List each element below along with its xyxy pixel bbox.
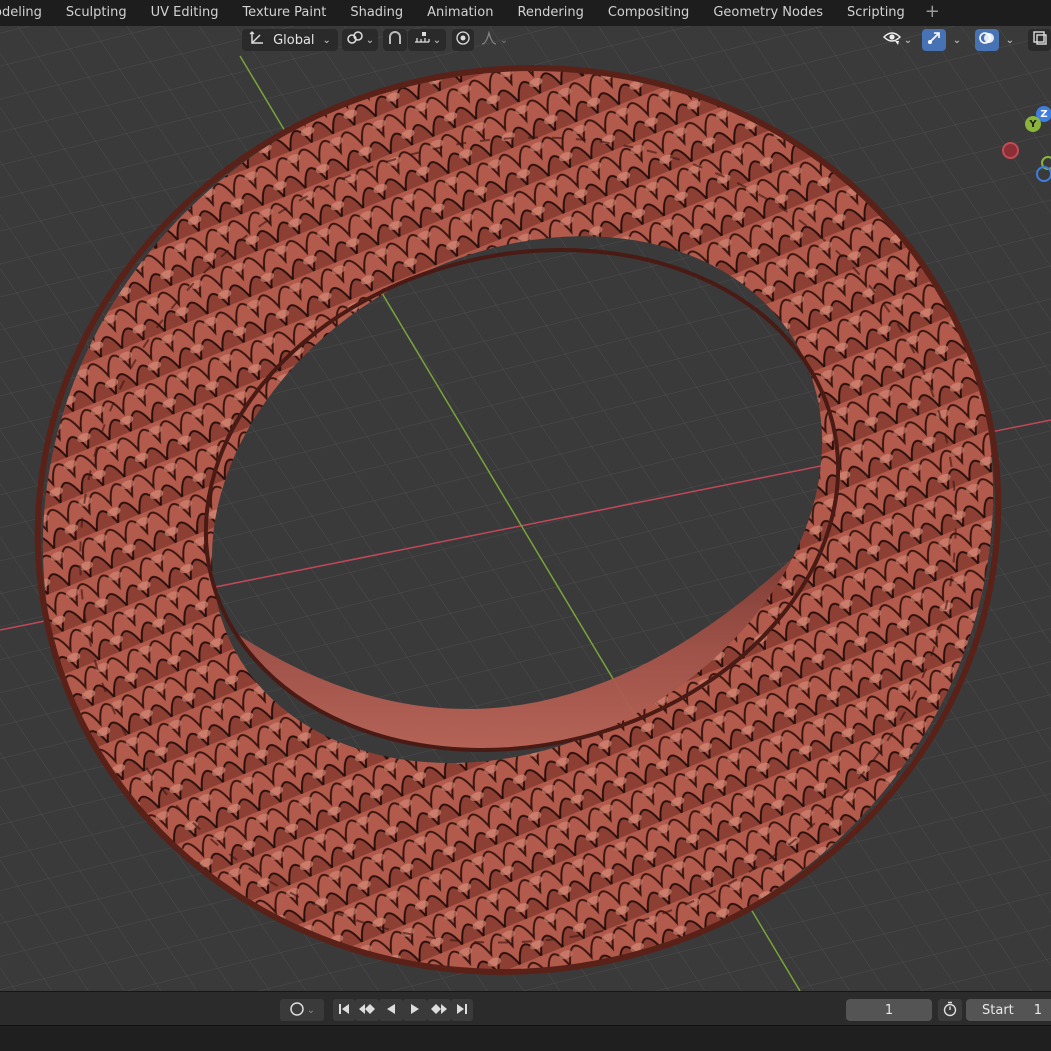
magnet-icon <box>387 30 403 50</box>
tab-sculpting[interactable]: Sculpting <box>54 0 139 26</box>
gizmo-z-negative[interactable] <box>1036 166 1051 182</box>
chevron-down-icon: ⌄ <box>365 34 375 46</box>
chevron-down-icon: ⌄ <box>306 1004 316 1016</box>
timeline-bar: ⌄ 1 Start 1 <box>0 991 1051 1025</box>
tab-shading[interactable]: Shading <box>338 0 415 26</box>
chevron-down-icon: ⌄ <box>903 34 913 46</box>
add-workspace-button[interactable]: + <box>917 0 948 26</box>
overlays-options-dropdown[interactable]: ⌄ <box>999 29 1019 51</box>
gizmo-arrows-icon <box>926 30 942 50</box>
transform-orientation-dropdown[interactable]: Global ⌄ <box>242 29 338 51</box>
snap-increment-icon <box>413 30 431 50</box>
viewport-scene <box>0 26 1051 991</box>
3d-viewport[interactable]: Z Y <box>0 26 1051 991</box>
play-button[interactable] <box>403 999 427 1021</box>
jump-end-icon <box>455 1002 469 1019</box>
status-bar <box>0 1025 1051 1051</box>
jump-to-start-button[interactable] <box>333 999 355 1021</box>
pivot-icon <box>346 30 364 50</box>
chevron-down-icon: ⌄ <box>499 34 509 46</box>
play-reverse-button[interactable] <box>379 999 403 1021</box>
tab-rendering[interactable]: Rendering <box>505 0 595 26</box>
jump-start-icon <box>337 1002 351 1019</box>
snap-target-dropdown[interactable]: ⌄ <box>408 29 446 51</box>
pivot-point-dropdown[interactable]: ⌄ <box>342 29 378 51</box>
eye-icon <box>882 30 902 50</box>
proportional-editing-toggle[interactable] <box>452 29 474 51</box>
xray-toggle[interactable] <box>1028 29 1051 51</box>
gizmo-x-negative[interactable] <box>1002 142 1019 159</box>
current-frame-field[interactable]: 1 <box>846 999 932 1021</box>
jump-to-end-button[interactable] <box>451 999 473 1021</box>
show-overlays-toggle[interactable] <box>975 29 999 51</box>
start-frame-field[interactable]: Start 1 <box>966 999 1051 1021</box>
tab-scripting[interactable]: Scripting <box>835 0 917 26</box>
proportional-icon <box>455 30 471 50</box>
chevron-down-icon: ⌄ <box>322 34 331 46</box>
gizmo-options-dropdown[interactable]: ⌄ <box>946 29 966 51</box>
xray-icon <box>1032 30 1048 50</box>
selectability-visibility-dropdown[interactable]: ⌄ <box>878 29 916 51</box>
chevron-down-icon: ⌄ <box>1005 34 1015 46</box>
gizmo-y-axis[interactable]: Y <box>1025 116 1041 132</box>
record-circle-icon <box>289 1001 305 1020</box>
chevron-down-icon: ⌄ <box>432 34 442 46</box>
orientation-icon <box>249 30 265 50</box>
chevron-down-icon: ⌄ <box>952 34 962 46</box>
tab-uv-editing[interactable]: UV Editing <box>139 0 231 26</box>
use-preview-range-toggle[interactable] <box>938 999 962 1021</box>
viewport-header: Global ⌄ ⌄ ⌄ ⌄ ⌄ ⌄ ⌄ <box>0 29 1051 53</box>
show-gizmo-toggle[interactable] <box>922 29 946 51</box>
next-keyframe-icon <box>430 1002 448 1019</box>
keying-dropdown[interactable]: ⌄ <box>280 999 324 1021</box>
prev-keyframe-icon <box>358 1002 376 1019</box>
play-icon <box>408 1002 422 1019</box>
workspace-tabs: odeling Sculpting UV Editing Texture Pai… <box>0 0 1051 26</box>
play-reverse-icon <box>384 1002 398 1019</box>
tab-texture-paint[interactable]: Texture Paint <box>230 0 338 26</box>
tab-modeling[interactable]: odeling <box>0 0 54 26</box>
start-frame-value: 1 <box>1033 1002 1043 1018</box>
proportional-falloff-dropdown[interactable]: ⌄ <box>476 29 512 51</box>
start-frame-label: Start <box>982 1002 1014 1018</box>
stopwatch-icon <box>942 1001 958 1020</box>
tab-geometry-nodes[interactable]: Geometry Nodes <box>701 0 835 26</box>
tab-compositing[interactable]: Compositing <box>596 0 702 26</box>
orientation-label: Global <box>273 32 315 48</box>
falloff-curve-icon <box>480 30 498 50</box>
jump-to-keyframe-next-button[interactable] <box>427 999 451 1021</box>
jump-to-keyframe-prev-button[interactable] <box>355 999 379 1021</box>
tab-animation[interactable]: Animation <box>415 0 505 26</box>
overlays-icon <box>979 30 995 50</box>
snap-toggle[interactable] <box>383 29 407 51</box>
